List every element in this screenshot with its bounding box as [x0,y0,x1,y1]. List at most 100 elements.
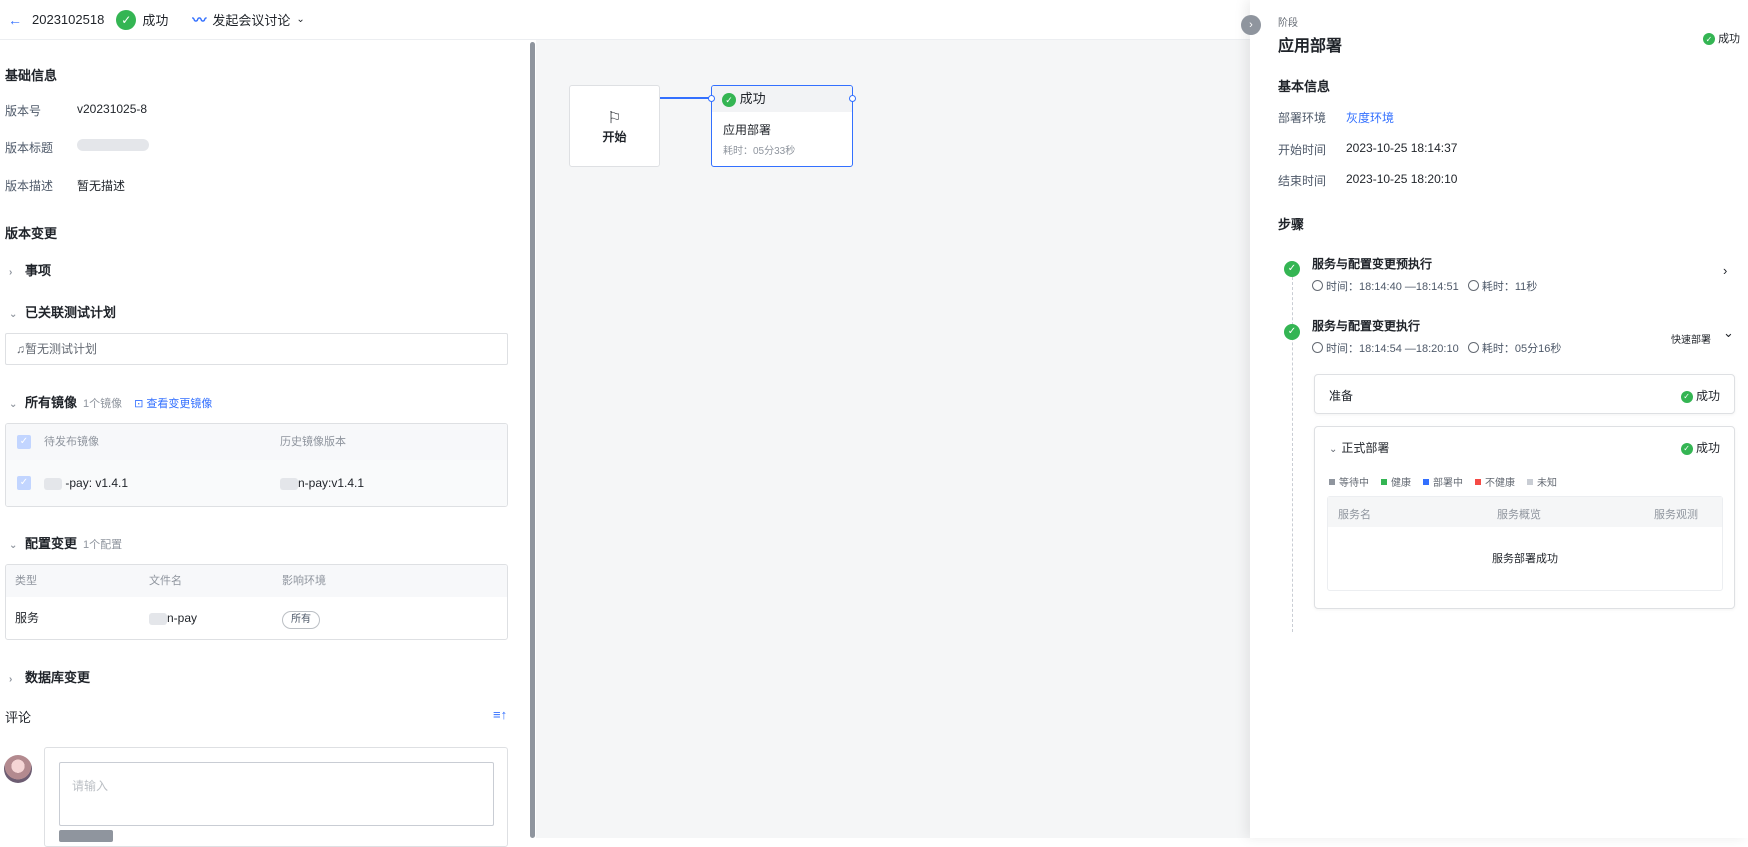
panel-resize-handle[interactable] [530,42,535,838]
step-1-cost: 耗时：11秒 [1481,281,1538,293]
table-row: 服务 n-pay 所有 [6,597,507,639]
service-table: 服务名 服务概览 服务观测 服务部署成功 [1327,496,1723,591]
start-time-label: 开始时间 [1278,143,1327,157]
pipeline-connector [660,97,712,99]
redacted [149,612,167,625]
chevron-down-icon[interactable]: ⌄ [1723,325,1734,341]
formal-deploy-header[interactable]: ⌄ 正式部署 [1329,439,1389,456]
prepare-status: ✓ 成功 [1680,387,1720,404]
comment-input[interactable]: 请输入 [59,762,494,826]
formal-deploy-status-text: 成功 [1695,441,1720,455]
start-meeting-button[interactable]: 发起会议讨论 [212,10,290,29]
submit-comment-button[interactable] [59,830,113,842]
items-group[interactable]: › 事项 [9,260,51,279]
col-history-image: 历史镜像版本 [280,436,346,448]
sort-icon[interactable]: ≡↑ [493,707,507,722]
col-pending-image: 待发布镜像 [44,436,99,448]
legend-unknown: 未知 [1527,474,1557,489]
success-check-icon: ✓ [1680,390,1693,403]
step-2-name[interactable]: 服务与配置变更执行 [1312,317,1420,334]
chevron-down-icon: ⌄ [9,540,18,551]
meeting-logo-icon[interactable]: 〰 [192,10,206,30]
pending-image-value: -pay: v1.4.1 [65,476,129,490]
col-service-observe: 服务观测 [1654,509,1698,521]
env-label: 部署环境 [1278,111,1327,125]
step-2-meta: 时间：18:14:54 —18:20:10 耗时：05分16秒 [1312,340,1561,356]
col-file: 文件名 [149,575,182,587]
output-port[interactable] [849,95,856,102]
version-id: 2023102518 [32,12,105,27]
success-check-icon: ✓ [116,9,137,30]
config-type-cell: 服务 [15,611,40,625]
legend-waiting: 等待中 [1329,474,1369,489]
service-table-header: 服务名 服务概览 服务观测 [1328,497,1722,527]
version-title-value-redacted [77,137,149,151]
test-plan-group[interactable]: ⌄ 已关联测试计划 [9,302,116,321]
col-service-overview: 服务概览 [1497,509,1541,521]
col-type: 类型 [15,575,37,587]
bell-icon: ♫ [16,342,25,356]
end-time-label: 结束时间 [1278,174,1327,188]
step-1-time: 时间：18:14:40 —18:14:51 [1326,281,1459,293]
basic-info-title: 基础信息 [5,68,58,83]
back-arrow-icon[interactable]: ← [8,12,26,28]
images-table: ✓ 待发布镜像 历史镜像版本 ✓ -pay: v1.4.1 n-pay:v1.4… [5,423,508,507]
start-node[interactable]: ⚐ 开始 [569,85,660,167]
view-changed-images-text: 查看变更镜像 [146,398,213,410]
quick-deploy-button[interactable]: 快速部署 [1671,331,1711,346]
formal-deploy-card: ⌄ 正式部署 ✓ 成功 等待中 健康 部署中 不健康 未知 服务名 服务概览 服务… [1314,426,1735,609]
test-plan-label: 已关联测试计划 [25,305,117,320]
success-check-icon: ✓ [1680,442,1693,455]
history-image-value: n-pay:v1.4.1 [298,476,365,490]
env-link[interactable]: 灰度环境 [1346,109,1394,126]
pending-image-cell: -pay: v1.4.1 [44,460,128,506]
images-label: 所有镜像 [25,395,78,410]
redacted [44,477,62,490]
version-status: 成功 [142,13,169,28]
items-label: 事项 [25,263,52,278]
select-all-checkbox[interactable]: ✓ [17,435,31,449]
chevron-down-icon[interactable]: ⌄ [296,14,304,25]
success-check-icon: ✓ [1703,33,1715,46]
config-label: 配置变更 [25,536,78,551]
deploy-node-name: 应用部署 [723,123,772,137]
step-1-name[interactable]: 服务与配置变更预执行 [1312,255,1432,272]
prepare-card[interactable]: 准备 ✓ 成功 [1314,374,1735,414]
service-table-empty: 服务部署成功 [1492,553,1558,565]
success-check-icon: ✓ [722,92,736,107]
images-group[interactable]: ⌄ 所有镜像 1个镜像 ⊡ 查看变更镜像 [9,392,212,411]
legend-waiting-label: 等待中 [1339,478,1369,489]
flag-icon: ⚐ [607,110,622,127]
collapse-drawer-icon[interactable]: › [1241,15,1261,35]
version-desc-value: 暂无描述 [77,179,126,193]
redacted [280,477,298,490]
chevron-down-icon: ⌄ [1329,444,1338,455]
col-service-name: 服务名 [1338,509,1371,521]
chevron-down-icon: ⌄ [9,309,18,320]
formal-deploy-label: 正式部署 [1341,441,1390,455]
deploy-node[interactable]: ✓ 成功 应用部署 耗时：05分33秒 [711,85,853,167]
stage-status: ✓ 成功 [1703,30,1740,46]
version-changes-title: 版本变更 [5,226,58,241]
config-table: 类型 文件名 影响环境 服务 n-pay 所有 [5,564,508,640]
start-time-value: 2023-10-25 18:14:37 [1346,141,1458,155]
images-count: 1个镜像 [83,398,123,410]
chevron-right-icon[interactable]: › [1723,263,1727,278]
step-1-meta: 时间：18:14:40 —18:14:51 耗时：11秒 [1312,278,1537,294]
legend-unhealthy: 不健康 [1475,474,1515,489]
prepare-label: 准备 [1329,389,1354,403]
input-port[interactable] [708,95,715,102]
avatar [4,755,32,783]
col-env: 影响环境 [282,575,326,587]
timer-icon [1467,280,1479,291]
view-changed-images-link[interactable]: ⊡ 查看变更镜像 [134,398,212,410]
config-group[interactable]: ⌄ 配置变更 1个配置 [9,533,122,552]
db-changes-group[interactable]: › 数据库变更 [9,667,90,686]
legend-healthy: 健康 [1381,474,1411,489]
config-file-value: n-pay [167,611,198,625]
deploy-node-duration: 耗时：05分33秒 [723,146,796,157]
legend-deploying: 部署中 [1423,474,1463,489]
top-bar: ← 2023102518 ✓ 成功 〰 发起会议讨论 ⌄ [0,0,1250,40]
chevron-down-icon: ⌄ [9,399,18,410]
row-checkbox[interactable]: ✓ [17,476,31,490]
